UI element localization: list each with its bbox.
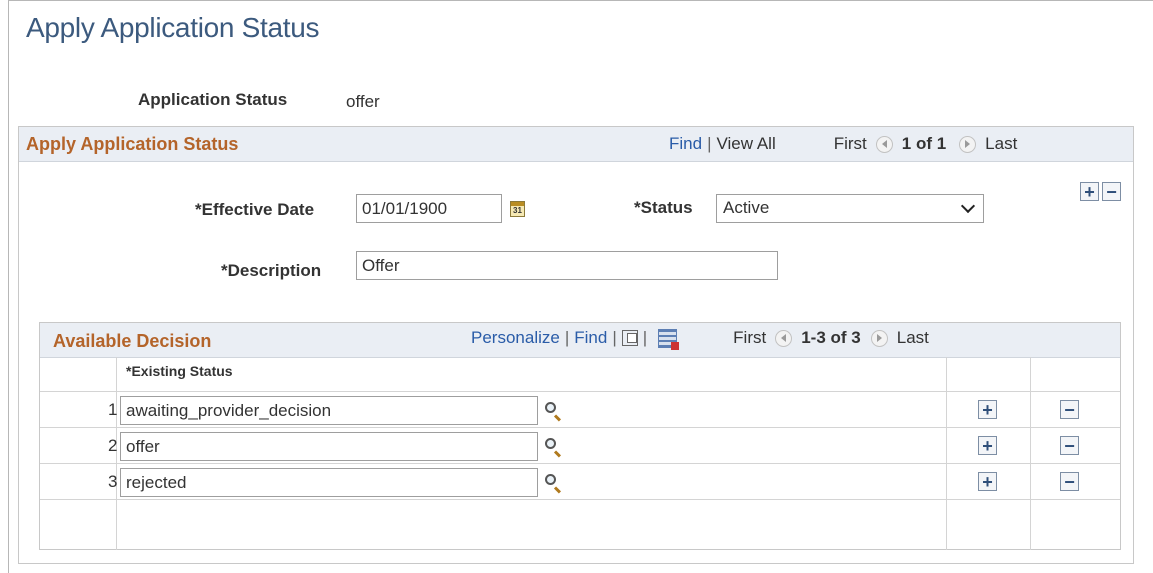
previous-icon[interactable]	[875, 135, 893, 153]
status-select[interactable]: Active	[716, 194, 984, 223]
minus-icon: −	[1064, 435, 1075, 456]
lookup-icon[interactable]	[545, 438, 563, 458]
plus-icon: +	[982, 399, 993, 420]
delete-row-button[interactable]: −	[1060, 472, 1079, 491]
grid-previous-icon[interactable]	[775, 329, 793, 347]
page-frame-left	[8, 0, 9, 573]
view-all-popout-icon[interactable]	[621, 330, 638, 346]
table-row: 2 + −	[40, 428, 1120, 464]
grid-first-label: First	[733, 328, 767, 347]
page-frame-top	[8, 0, 1153, 1]
grid-row-count: 1-3 of 3	[801, 328, 861, 347]
apply-status-group: Apply Application Status Find | View All…	[18, 126, 1134, 564]
grid-title: Available Decision	[53, 331, 212, 351]
download-grid-icon[interactable]	[658, 328, 680, 350]
minus-icon: −	[1064, 399, 1075, 420]
available-decision-grid: Available Decision Personalize | Find | …	[39, 322, 1121, 550]
application-status-label: Application Status	[138, 90, 288, 109]
minus-icon: −	[1064, 471, 1075, 492]
row-number: 2	[108, 436, 118, 455]
table-row: 3 + −	[40, 464, 1120, 500]
group-first-label: First	[833, 134, 867, 153]
table-row: 1 + −	[40, 392, 1120, 428]
effective-date-field[interactable]	[356, 194, 502, 223]
group-nav: Find | View All First 1 of 1 Last	[669, 134, 1018, 154]
grid-nav: Personalize | Find | | First 1-3 of 3 La…	[471, 328, 929, 350]
add-row-button[interactable]: +	[978, 472, 997, 491]
next-icon[interactable]	[959, 135, 977, 153]
description-label: *Description	[221, 261, 322, 280]
calendar-icon[interactable]: 31	[510, 201, 525, 217]
plus-icon: +	[982, 435, 993, 456]
application-status-value: offer	[346, 92, 380, 111]
lookup-icon[interactable]	[545, 474, 563, 494]
delete-row-button[interactable]: −	[1102, 182, 1121, 201]
group-last-label: Last	[985, 134, 1018, 153]
group-view-all-link[interactable]: View All	[717, 134, 776, 154]
lookup-icon[interactable]	[545, 402, 563, 422]
chevron-down-icon	[960, 198, 976, 214]
status-label: *Status	[634, 198, 693, 217]
add-row-button[interactable]: +	[978, 436, 997, 455]
existing-status-field[interactable]	[120, 468, 538, 497]
status-selected-value: Active	[723, 198, 770, 217]
grid-next-icon[interactable]	[870, 329, 888, 347]
group-row-count: 1 of 1	[901, 134, 947, 153]
minus-icon: −	[1106, 181, 1117, 202]
group-title: Apply Application Status	[26, 134, 239, 154]
grid-find-link[interactable]: Find	[574, 328, 607, 348]
add-row-button[interactable]: +	[1080, 182, 1099, 201]
plus-icon: +	[982, 471, 993, 492]
page-title: Apply Application Status	[26, 12, 320, 43]
add-row-button[interactable]: +	[978, 400, 997, 419]
grid-column-header-row: *Existing Status	[40, 357, 1120, 392]
group-header: Apply Application Status Find | View All…	[19, 127, 1133, 162]
description-field[interactable]	[356, 251, 778, 280]
existing-status-field[interactable]	[120, 396, 538, 425]
group-find-link[interactable]: Find	[669, 134, 702, 154]
row-number: 1	[108, 400, 118, 419]
row-number: 3	[108, 472, 118, 491]
existing-status-field[interactable]	[120, 432, 538, 461]
effective-date-label: *Effective Date	[195, 200, 315, 219]
delete-row-button[interactable]: −	[1060, 436, 1079, 455]
delete-row-button[interactable]: −	[1060, 400, 1079, 419]
grid-header: Available Decision Personalize | Find | …	[40, 323, 1120, 358]
existing-status-column-header: *Existing Status	[126, 363, 233, 379]
plus-icon: +	[1084, 181, 1095, 202]
personalize-link[interactable]: Personalize	[471, 328, 560, 348]
grid-last-label: Last	[896, 328, 929, 347]
